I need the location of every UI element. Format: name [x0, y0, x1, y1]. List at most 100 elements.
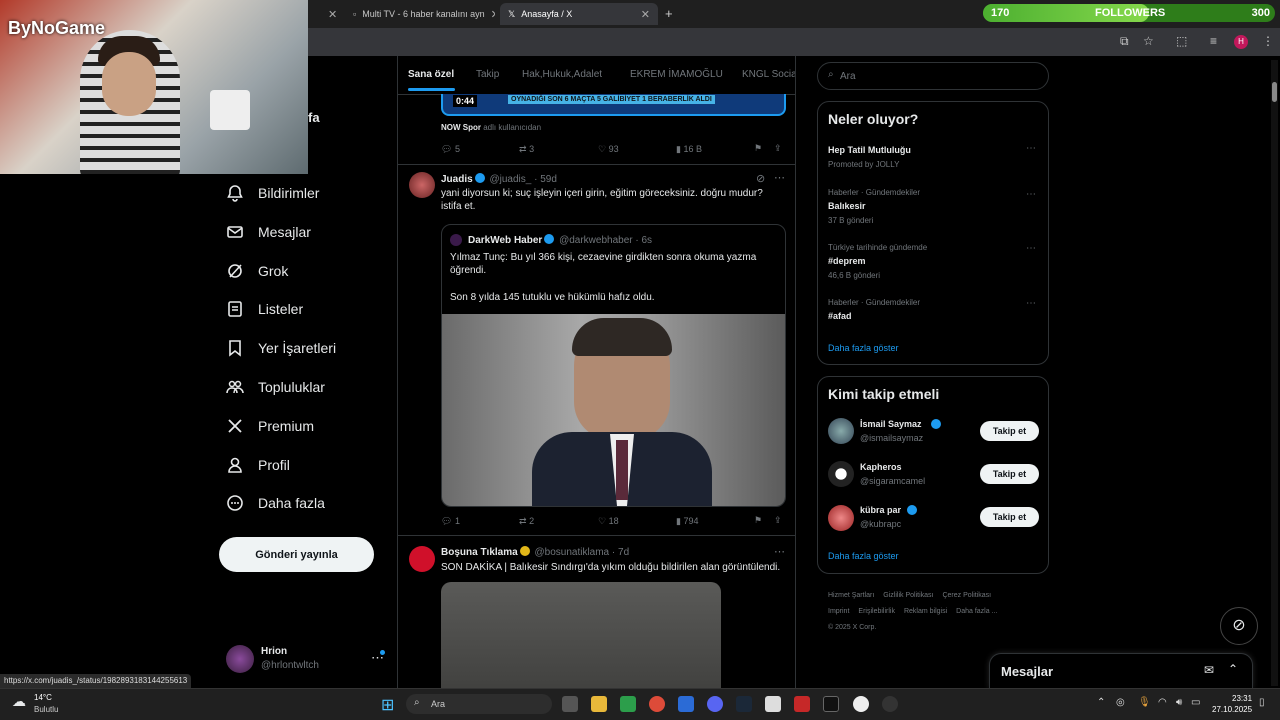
nav-item[interactable]: Listeler [226, 300, 303, 318]
install-icon[interactable]: ⧉ [1120, 34, 1129, 49]
nav-item[interactable]: Profil [226, 456, 290, 474]
windows-start-icon[interactable]: ⊞ [381, 695, 394, 715]
tab-ekrem[interactable]: EKREM İMAMOĞLU [630, 69, 723, 80]
app-dark-icon[interactable] [823, 696, 839, 712]
browser-tab-multitv[interactable]: ▫ Multi TV - 6 haber kanalını ayn ✕ [345, 3, 495, 25]
footer-link[interactable]: Reklam bilgisi [904, 608, 947, 615]
headset-icon[interactable]: ◠ [1158, 697, 1167, 708]
author-name[interactable]: Boşuna Tıklama [441, 547, 518, 558]
nav-item[interactable]: Mesajlar [226, 223, 311, 241]
bookmark-icon[interactable]: ⚑ [754, 143, 762, 154]
post-time[interactable]: · 7d [612, 547, 629, 558]
app-green-icon[interactable] [620, 696, 636, 712]
reply-action[interactable]: 💬︎ 1 [441, 516, 460, 527]
messages-drawer[interactable]: Mesajlar ✉ ⌃ [989, 653, 1253, 688]
steam-icon[interactable] [736, 696, 752, 712]
quoted-photo[interactable] [442, 314, 785, 506]
address-bar[interactable] [308, 28, 1280, 56]
trend-title[interactable]: #deprem [828, 256, 866, 266]
profile-avatar-icon[interactable]: H [1234, 35, 1248, 49]
trend-more-icon[interactable]: ⋯ [1026, 189, 1036, 200]
more-icon[interactable]: ⋯ [774, 171, 785, 184]
trend-more-icon[interactable]: ⋯ [1026, 143, 1036, 154]
follow-button[interactable]: Takip et [980, 507, 1039, 527]
weather-temp[interactable]: 14°C [34, 693, 52, 702]
repost-action[interactable]: ⇄ 3 [519, 144, 534, 155]
expand-icon[interactable]: ⌃ [1228, 662, 1238, 676]
grok-floating-button[interactable]: ⊘ [1220, 607, 1258, 645]
like-action[interactable]: ♡ 18 [598, 516, 619, 527]
close-tab-icon[interactable]: ✕ [491, 8, 495, 21]
account-name[interactable]: Hrion [261, 646, 287, 657]
task-view-icon[interactable] [562, 696, 578, 712]
share-icon[interactable]: ⇪ [774, 515, 782, 526]
like-action[interactable]: ♡ 93 [598, 144, 619, 155]
source-name[interactable]: NOW Spor [441, 123, 481, 132]
footer-link[interactable]: © 2025 X Corp. [828, 624, 876, 631]
microphone-icon[interactable]: 🎙︎ [1138, 697, 1151, 708]
suggested-name[interactable]: kübra par [860, 505, 901, 515]
tab-kngl[interactable]: KNGL Socia [742, 69, 795, 80]
app-record-icon[interactable] [882, 696, 898, 712]
bookmark-icon[interactable]: ⚑ [754, 515, 762, 526]
nav-item[interactable]: Grok [226, 262, 288, 280]
chrome-icon[interactable] [649, 696, 665, 712]
nav-item[interactable]: Yer İşaretleri [226, 339, 336, 357]
author-handle[interactable]: @bosunatiklama [534, 547, 609, 558]
tab-sana-ozel[interactable]: Sana özel [408, 69, 454, 80]
volume-icon[interactable]: 🔊︎ [1176, 697, 1182, 708]
footer-link[interactable]: Erişilebilirlik [858, 608, 895, 615]
nav-item[interactable]: Topluluklar [226, 378, 325, 396]
footer-link[interactable]: Gizlilik Politikası [883, 592, 933, 599]
reply-action[interactable]: 💬︎ 5 [441, 144, 460, 155]
account-avatar[interactable] [226, 645, 254, 673]
tray-app-icon[interactable]: ◎ [1116, 697, 1125, 708]
trends-show-more-link[interactable]: Daha fazla göster [828, 343, 899, 353]
views-action[interactable]: ▮ 16 B [676, 144, 702, 155]
avatar-ismail[interactable] [828, 418, 854, 444]
nav-item[interactable]: Premium [226, 417, 314, 435]
trend-title[interactable]: #afad [828, 311, 852, 321]
avatar-kubra[interactable] [828, 505, 854, 531]
menu-dots-icon[interactable]: ⋮ [1262, 34, 1274, 48]
suggested-name[interactable]: Kapheros [860, 462, 902, 472]
notifications-icon[interactable]: ▯ [1259, 697, 1265, 708]
tab-search-icon[interactable]: ≡ [1210, 34, 1217, 48]
views-action[interactable]: ▮ 794 [676, 516, 699, 527]
follow-button[interactable]: Takip et [980, 421, 1039, 441]
trend-title[interactable]: Hep Tatil Mutluluğu [828, 145, 911, 155]
author-name[interactable]: Juadis [441, 174, 473, 185]
avatar-bosuna[interactable] [409, 546, 435, 572]
grok-icon[interactable]: ⊘ [756, 172, 765, 185]
scrollbar-thumb[interactable] [1272, 82, 1277, 102]
close-tab-icon[interactable]: ✕ [641, 8, 650, 21]
tray-expand-icon[interactable]: ⌃ [1097, 697, 1105, 708]
quoted-tweet[interactable]: DarkWeb Haber @darkwebhaber · 6s Yılmaz … [441, 224, 786, 507]
star-icon[interactable]: ☆ [1143, 34, 1154, 48]
clock-date[interactable]: 27.10.2025 [1212, 705, 1252, 714]
post-button[interactable]: Gönderi yayınla [219, 537, 374, 572]
search-input[interactable]: ⌕ Ara [817, 62, 1049, 90]
network-icon[interactable]: ▭ [1191, 697, 1200, 708]
video-player[interactable]: 0:44 OYNADIĞI SON 6 MAÇTA 5 GALİBİYET 1 … [441, 94, 786, 116]
trend-more-icon[interactable]: ⋯ [1026, 298, 1036, 309]
discord-icon[interactable] [707, 696, 723, 712]
app-blue-icon[interactable] [678, 696, 694, 712]
app-red-icon[interactable] [794, 696, 810, 712]
avatar-kapheros[interactable] [828, 461, 854, 487]
trend-title[interactable]: Balıkesir [828, 201, 866, 211]
footer-link[interactable]: Çerez Politikası [942, 592, 991, 599]
browser-tab[interactable]: ✕ [320, 3, 342, 25]
new-message-icon[interactable]: ✉ [1204, 663, 1214, 677]
tab-takip[interactable]: Takip [476, 69, 499, 80]
post-time[interactable]: · 59d [534, 174, 557, 185]
store-icon[interactable] [765, 696, 781, 712]
nav-item[interactable]: Bildirimler [226, 184, 319, 202]
trend-more-icon[interactable]: ⋯ [1026, 243, 1036, 254]
close-tab-icon[interactable]: ✕ [328, 8, 337, 21]
more-icon[interactable]: ⋯ [774, 545, 785, 558]
suggested-name[interactable]: İsmail Saymaz [860, 419, 922, 429]
follow-button[interactable]: Takip et [980, 464, 1039, 484]
repost-action[interactable]: ⇄ 2 [519, 516, 534, 527]
extensions-icon[interactable]: ⬚ [1176, 34, 1187, 48]
